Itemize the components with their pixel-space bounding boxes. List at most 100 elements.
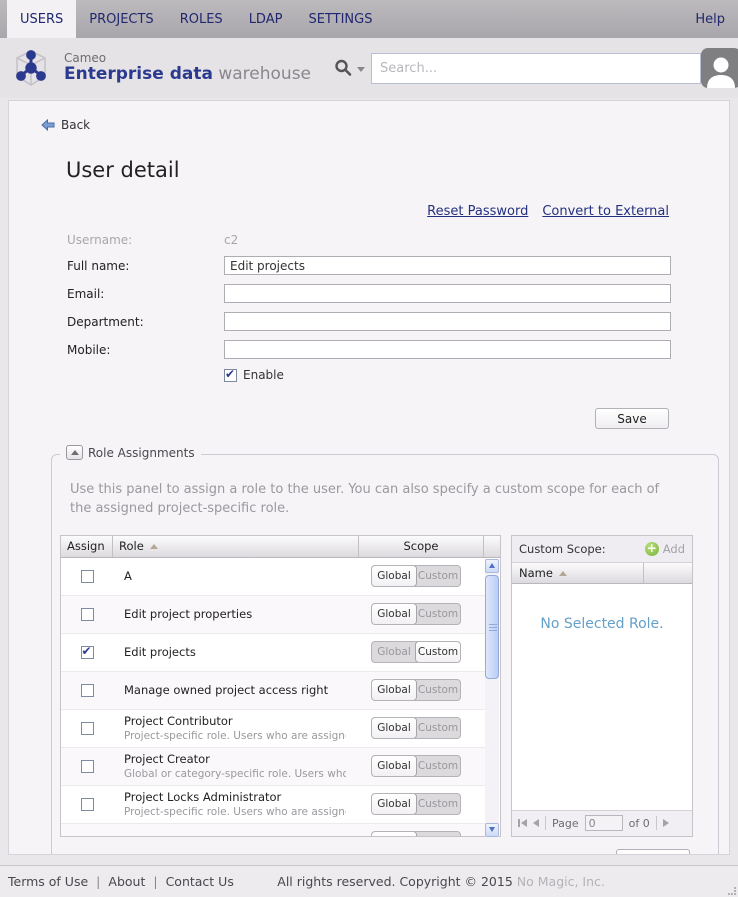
username-value: c2 xyxy=(224,233,238,247)
reset-password-link[interactable]: Reset Password xyxy=(427,204,528,219)
role-table-row[interactable]: Manage owned project access right Global… xyxy=(61,672,486,710)
brand-product-suffix: warehouse xyxy=(213,64,311,84)
page-number-input[interactable] xyxy=(585,815,623,831)
add-label: Add xyxy=(663,542,685,556)
page-label: Page xyxy=(552,817,579,830)
scope-custom-button[interactable]: Custom xyxy=(416,566,460,586)
scope-custom-button[interactable]: Custom xyxy=(416,718,460,738)
name-column-header[interactable]: Name xyxy=(512,563,644,583)
enable-row: Enable xyxy=(67,368,671,382)
scope-global-button[interactable]: Global xyxy=(372,604,416,624)
assign-checkbox[interactable] xyxy=(81,798,94,811)
role-table-row[interactable]: Project Contributor Project-specific rol… xyxy=(61,710,486,748)
collapse-panel-button[interactable] xyxy=(66,445,83,460)
next-page-button[interactable] xyxy=(663,819,669,827)
scope-global-button[interactable]: Global xyxy=(372,642,416,662)
scrollbar-thumb[interactable] xyxy=(485,575,499,679)
scope-custom-button[interactable]: Custom xyxy=(416,832,460,836)
scope-global-button[interactable]: Global xyxy=(372,756,416,776)
assign-checkbox[interactable] xyxy=(81,646,94,659)
role-table-row[interactable]: Project Locks Administrator Project-spec… xyxy=(61,786,486,824)
scope-custom-button[interactable]: Custom xyxy=(416,604,460,624)
role-table-row[interactable]: Edit projects Global Custom xyxy=(61,634,486,672)
user-avatar[interactable] xyxy=(701,48,738,88)
scope-pagination: Page of 0 xyxy=(512,810,692,836)
contact-us-link[interactable]: Contact Us xyxy=(166,874,234,889)
chevron-down-icon xyxy=(489,827,495,832)
about-link[interactable]: About xyxy=(108,874,145,889)
terms-of-use-link[interactable]: Terms of Use xyxy=(8,874,88,889)
role-assignments-panel: Role Assignments Use this panel to assig… xyxy=(51,454,719,855)
search-icon[interactable] xyxy=(333,58,353,78)
help-link[interactable]: Help xyxy=(682,0,738,38)
scope-global-button[interactable]: Global xyxy=(372,718,416,738)
prev-page-button[interactable] xyxy=(533,819,539,827)
scope-global-button[interactable]: Global xyxy=(372,794,416,814)
role-name: Project Creator xyxy=(124,752,346,766)
save-user-button[interactable]: Save xyxy=(595,408,669,429)
account-menu xyxy=(701,48,738,88)
first-page-button[interactable] xyxy=(518,819,527,827)
fullname-row: Full name: xyxy=(67,256,671,275)
brand-wordmark: Cameo Enterprise data warehouse xyxy=(64,52,311,84)
mobile-input[interactable] xyxy=(224,340,671,359)
convert-to-external-link[interactable]: Convert to External xyxy=(542,204,669,219)
email-input[interactable] xyxy=(224,284,671,303)
nav-tab-settings[interactable]: SETTINGS xyxy=(295,0,385,38)
scope-global-button[interactable]: Global xyxy=(372,832,416,836)
search-scope-caret-icon[interactable] xyxy=(357,67,365,72)
role-table-row[interactable]: Project Creator Global or category-speci… xyxy=(61,748,486,786)
back-label: Back xyxy=(61,118,90,132)
enable-checkbox[interactable] xyxy=(224,369,237,382)
scroll-up-button[interactable] xyxy=(485,559,499,573)
search-input[interactable] xyxy=(371,53,701,84)
scope-custom-button[interactable]: Custom xyxy=(416,680,460,700)
role-table-row[interactable]: Edit project properties Global Custom xyxy=(61,596,486,634)
company-name: No Magic, Inc. xyxy=(517,874,605,889)
assign-checkbox[interactable] xyxy=(81,760,94,773)
nav-tab-users[interactable]: USERS xyxy=(7,0,76,38)
scope-custom-button[interactable]: Custom xyxy=(416,756,460,776)
scope-global-button[interactable]: Global xyxy=(372,566,416,586)
assign-checkbox[interactable] xyxy=(81,608,94,621)
role-table-row[interactable]: A Global Custom xyxy=(61,558,486,596)
scope-custom-button[interactable]: Custom xyxy=(416,794,460,814)
role-name: A xyxy=(124,569,346,583)
copyright-text: All rights reserved. Copyright © 2015 No… xyxy=(277,874,605,889)
add-plus-icon: + xyxy=(645,542,659,556)
assign-checkbox[interactable] xyxy=(81,684,94,697)
role-header-label: Role xyxy=(119,539,144,553)
mobile-label: Mobile: xyxy=(67,343,224,357)
assign-checkbox[interactable] xyxy=(81,722,94,735)
brand-product-name: Enterprise data xyxy=(64,64,213,84)
nav-tab-ldap[interactable]: LDAP xyxy=(236,0,296,38)
scope-column-header[interactable]: Scope xyxy=(359,536,484,557)
save-roles-button[interactable]: Save xyxy=(616,849,690,855)
email-label: Email: xyxy=(67,287,224,301)
name-header-label: Name xyxy=(519,566,553,580)
custom-scope-title: Custom Scope: xyxy=(519,542,606,556)
back-link[interactable]: Back xyxy=(9,101,99,132)
role-description: Project-specific role. Users who are ass… xyxy=(124,730,346,742)
role-column-header[interactable]: Role xyxy=(113,536,359,557)
footer-links: Terms of Use | About | Contact Us xyxy=(8,874,234,889)
scope-list-body: No Selected Role. xyxy=(512,584,692,810)
scope-toggle: Global Custom xyxy=(371,603,461,625)
email-row: Email: xyxy=(67,284,671,303)
nav-tab-roles[interactable]: ROLES xyxy=(167,0,236,38)
department-label: Department: xyxy=(67,315,224,329)
nav-tab-projects[interactable]: PROJECTS xyxy=(76,0,166,38)
scroll-down-button[interactable] xyxy=(485,823,499,837)
add-scope-button[interactable]: + Add xyxy=(645,542,685,556)
footer: Terms of Use | About | Contact Us All ri… xyxy=(0,865,738,897)
assign-column-header[interactable]: Assign xyxy=(61,536,113,557)
scope-global-button[interactable]: Global xyxy=(372,680,416,700)
no-selected-role-text: No Selected Role. xyxy=(540,616,663,810)
fullname-input[interactable] xyxy=(224,256,671,275)
roles-scrollbar[interactable] xyxy=(485,559,499,837)
scope-custom-button[interactable]: Custom xyxy=(416,642,460,662)
assign-checkbox[interactable] xyxy=(81,570,94,583)
department-input[interactable] xyxy=(224,312,671,331)
role-table-row[interactable]: Project Manager Global Custom xyxy=(61,824,486,836)
scope-toggle: Global Custom xyxy=(371,793,461,815)
